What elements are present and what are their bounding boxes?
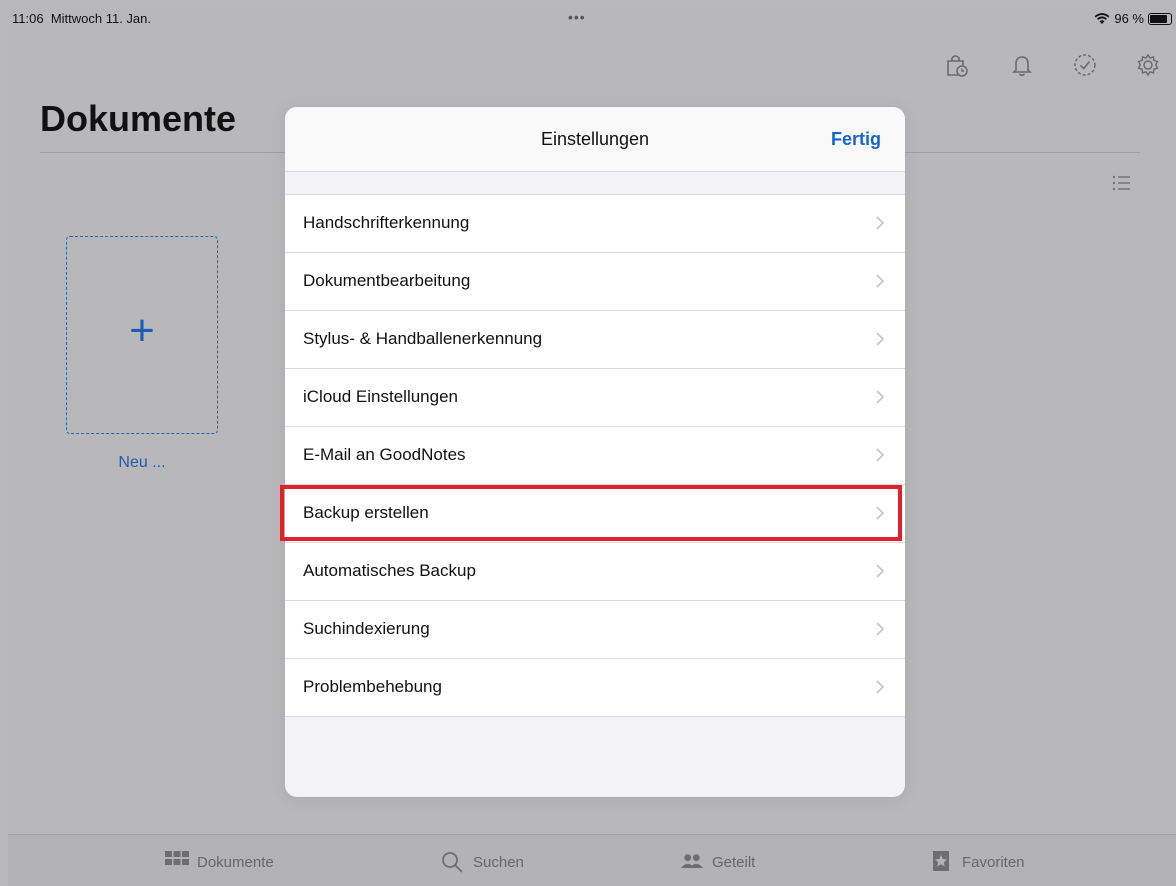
settings-item-automatisches-backup[interactable]: Automatisches Backup: [285, 543, 905, 601]
star-bookmark-icon: [933, 851, 949, 871]
check-circle-icon[interactable]: [1072, 52, 1098, 78]
tab-dokumente[interactable]: Dokumente: [165, 851, 274, 873]
chevron-right-icon: [875, 679, 885, 695]
settings-item-label: Dokumentbearbeitung: [303, 271, 471, 290]
plus-icon: +: [129, 306, 155, 355]
tab-label: Suchen: [473, 853, 524, 871]
settings-item-label: Problembehebung: [303, 677, 442, 696]
gear-icon[interactable]: [1135, 52, 1161, 78]
settings-item-problembehebung[interactable]: Problembehebung: [285, 659, 905, 716]
shopping-bag-clock-icon[interactable]: [943, 52, 969, 78]
chevron-right-icon: [875, 447, 885, 463]
chevron-right-icon: [875, 215, 885, 231]
status-bar: 11:06 Mittwoch 11. Jan. ••• 96 %: [8, 8, 1176, 28]
battery-level: [1150, 14, 1167, 23]
tab-label: Geteilt: [712, 853, 756, 871]
modal-header: Einstellungen Fertig: [285, 107, 905, 172]
settings-item-label: iCloud Einstellungen: [303, 387, 458, 406]
settings-item-suchindexierung[interactable]: Suchindexierung: [285, 601, 905, 659]
app-screen: 11:06 Mittwoch 11. Jan. ••• 96 % Dokumen…: [8, 8, 1176, 886]
settings-item-dokumentbearbeitung[interactable]: Dokumentbearbeitung: [285, 253, 905, 311]
new-document-label[interactable]: Neu ...: [66, 454, 218, 472]
settings-item-stylus-handballenerkennung[interactable]: Stylus- & Handballenerkennung: [285, 311, 905, 369]
new-document-button[interactable]: +: [66, 236, 218, 434]
tab-label: Favoriten: [962, 853, 1025, 871]
chevron-right-icon: [875, 331, 885, 347]
highlight-box: [280, 485, 902, 541]
settings-item-label: Stylus- & Handballenerkennung: [303, 329, 543, 348]
settings-list: Handschrifterkennung Dokumentbearbeitung…: [285, 194, 905, 717]
status-date: Mittwoch 11. Jan.: [50, 11, 152, 26]
settings-item-handschrifterkennung[interactable]: Handschrifterkennung: [285, 195, 905, 253]
settings-item-icloud-einstellungen[interactable]: iCloud Einstellungen: [285, 369, 905, 427]
settings-item-label: Automatisches Backup: [303, 561, 476, 580]
settings-item-label: E-Mail an GoodNotes: [303, 445, 466, 464]
battery-icon: [1148, 12, 1172, 25]
chevron-right-icon: [875, 621, 885, 637]
list-view-icon[interactable]: [1108, 170, 1134, 196]
tab-label: Dokumente: [197, 853, 274, 871]
settings-item-label: Handschrifterkennung: [303, 213, 470, 232]
settings-item-label: Suchindexierung: [303, 619, 430, 638]
people-icon: [680, 854, 704, 868]
tab-bar: Dokumente Suchen Geteilt Favoriten: [8, 834, 1176, 886]
modal-title: Einstellungen: [540, 129, 650, 149]
tab-favoriten[interactable]: Favoriten: [930, 851, 1025, 873]
tab-geteilt[interactable]: Geteilt: [680, 851, 755, 873]
page-title: Dokumente: [40, 98, 237, 139]
grid-icon: [165, 851, 189, 865]
wifi-icon: [1095, 12, 1110, 24]
chevron-right-icon: [875, 273, 885, 289]
chevron-right-icon: [875, 389, 885, 405]
bell-icon[interactable]: [1009, 52, 1035, 78]
battery-percent: 96 %: [1114, 11, 1144, 26]
settings-modal: Einstellungen Fertig Handschrifterkennun…: [285, 107, 905, 797]
done-button[interactable]: Fertig: [831, 129, 881, 150]
settings-item-email-goodnotes[interactable]: E-Mail an GoodNotes: [285, 427, 905, 485]
multitasking-dots-icon[interactable]: •••: [568, 9, 586, 25]
search-icon: [442, 852, 463, 873]
chevron-right-icon: [875, 563, 885, 579]
tab-suchen[interactable]: Suchen: [441, 851, 524, 873]
status-time: 11:06: [12, 11, 44, 26]
